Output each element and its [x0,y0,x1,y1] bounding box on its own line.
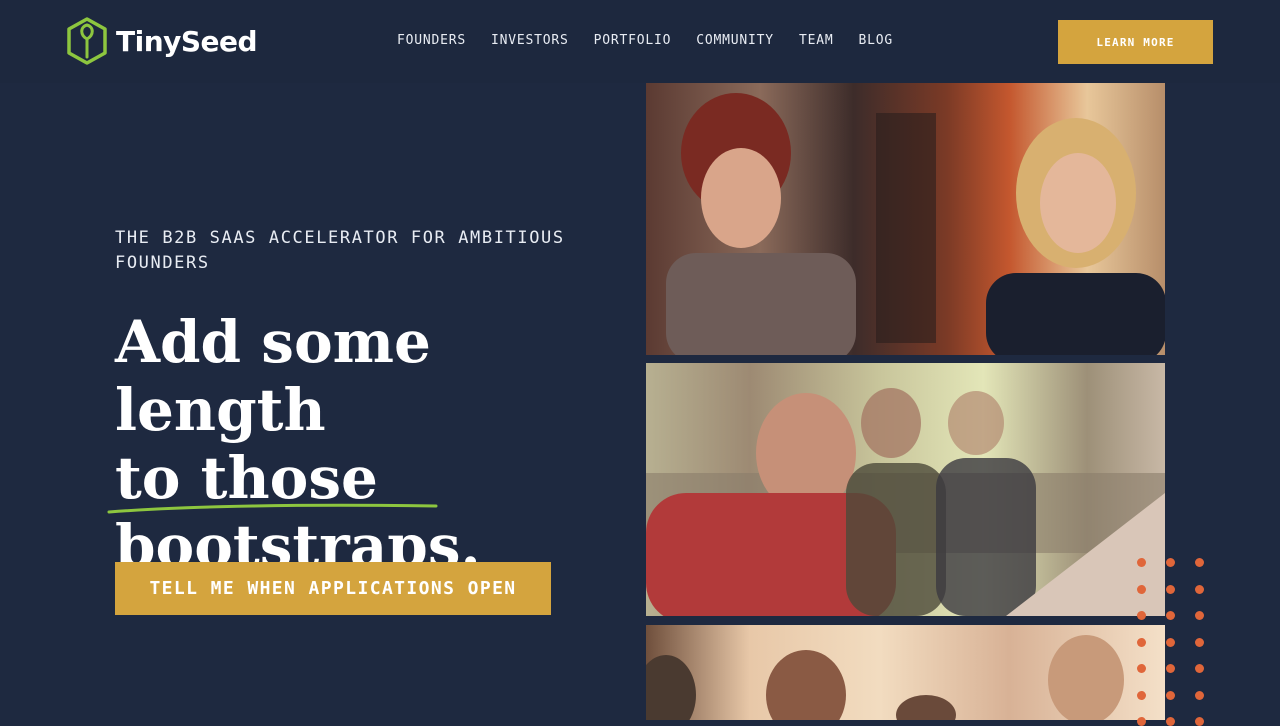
decorative-dot [1195,611,1204,620]
decorative-dot-grid [1136,556,1216,726]
decorative-dot [1195,637,1204,647]
decorative-dot [1166,690,1175,700]
people-talking-image [666,93,1165,355]
seed-logo-icon [67,17,107,65]
community-photo-1 [646,83,1165,355]
decorative-dot [1137,558,1146,567]
site-header: TinySeed FOUNDERS INVESTORS PORTFOLIO CO… [0,0,1280,83]
nav-item-investors[interactable]: INVESTORS [491,33,569,48]
decorative-dot [1137,611,1146,620]
learn-more-button[interactable]: LEARN MORE [1058,20,1213,64]
decorative-dot [1166,664,1175,673]
nav-item-community[interactable]: COMMUNITY [696,33,774,48]
decorative-dot [1137,690,1146,700]
nav-item-blog[interactable]: BLOG [858,33,893,48]
nav-item-team[interactable]: TEAM [799,33,834,48]
nav-item-founders[interactable]: FOUNDERS [397,33,466,48]
decorative-dot [1166,558,1175,567]
decorative-dot [1137,584,1146,594]
community-photo-3 [646,625,1165,720]
decorative-dot [1195,664,1204,673]
notify-applications-button[interactable]: TELL ME WHEN APPLICATIONS OPEN [115,562,551,615]
founders-laughing-image [646,388,1165,616]
decorative-dot [1195,558,1204,567]
decorative-dot [1195,690,1204,700]
decorative-dot [1137,664,1146,673]
nav-item-portfolio[interactable]: PORTFOLIO [594,33,672,48]
decorative-dot [1137,717,1146,726]
decorative-dot [1195,717,1204,726]
decorative-dot [1166,584,1175,594]
headline-underline-decoration [107,503,438,514]
community-photo-2 [646,363,1165,616]
brand-name: TinySeed [116,24,258,58]
decorative-dot [1166,637,1175,647]
decorative-dot [1137,637,1146,647]
hero-eyebrow: THE B2B SAAS ACCELERATOR FOR AMBITIOUS F… [115,228,565,273]
hero-headline: Add some length to those bootstraps. [115,308,635,580]
tinyseed-logo[interactable]: TinySeed [66,17,258,65]
main-nav: FOUNDERS INVESTORS PORTFOLIO COMMUNITY T… [397,33,918,48]
decorative-dot [1195,584,1204,594]
headline-line-1: Add some length [115,308,431,444]
group-event-image [646,635,1124,720]
decorative-dot [1166,611,1175,620]
decorative-dot [1166,717,1175,726]
